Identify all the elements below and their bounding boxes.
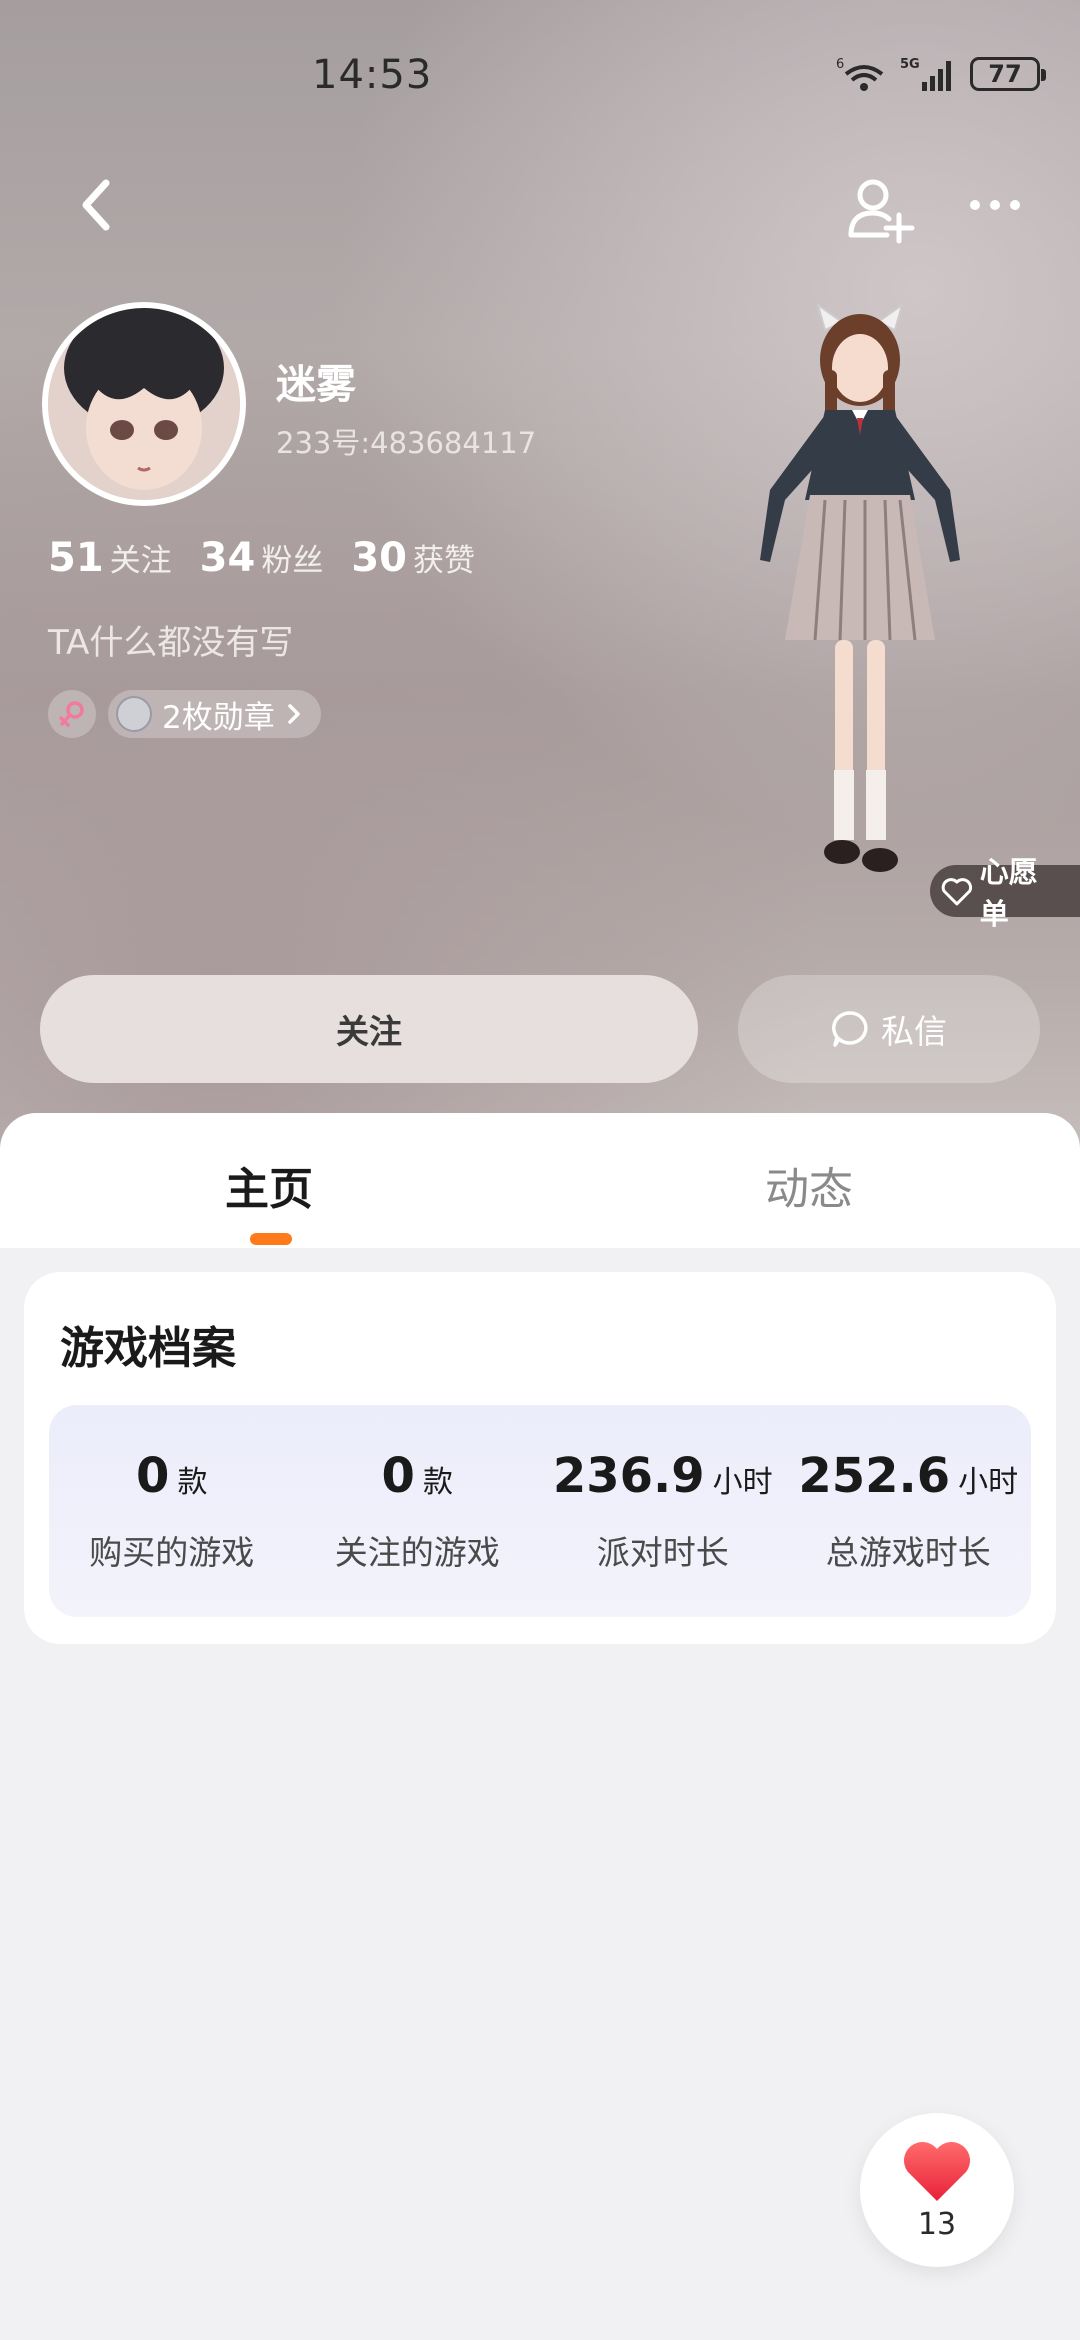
- medal-icon: [116, 696, 152, 732]
- wifi-icon: 6: [836, 57, 884, 91]
- stat-unit: 小时: [712, 1465, 773, 1500]
- add-user-icon: [848, 179, 915, 244]
- badge-row: 2枚勋章: [48, 690, 321, 738]
- signal-label: 5G: [900, 57, 920, 72]
- tab-feed[interactable]: 动态: [765, 1153, 853, 1217]
- stat-purchased-games[interactable]: 0 款 购买的游戏: [49, 1405, 295, 1617]
- status-icons: 6 5G 77: [836, 56, 1046, 92]
- stat-label: 粉丝: [261, 543, 324, 579]
- user-id: 233号:483684117: [276, 426, 537, 460]
- message-label: 私信: [881, 1012, 947, 1051]
- heart-outline-icon: [941, 878, 972, 906]
- stat-value: 252.6: [798, 1448, 951, 1504]
- like-count: 13: [917, 2206, 957, 2242]
- profile-stats: 51 关注 34 粉丝 30 获赞: [48, 535, 475, 581]
- game-profile-card: 游戏档案 0 款 购买的游戏 0 款 关注的游戏 236.9 小时 派对时长 2…: [24, 1272, 1056, 1644]
- gender-badge: [48, 690, 96, 738]
- like-button[interactable]: 13: [860, 2113, 1014, 2267]
- female-icon: [59, 701, 84, 727]
- stat-value-row: 0 款: [382, 1448, 453, 1504]
- follow-button[interactable]: 关注: [40, 975, 698, 1083]
- tab-bar: 主页 动态: [0, 1113, 1080, 1248]
- stat-label: 获赞: [413, 543, 476, 579]
- game-stats-panel: 0 款 购买的游戏 0 款 关注的游戏 236.9 小时 派对时长 252.6 …: [49, 1405, 1031, 1617]
- stat-unit: 小时: [958, 1465, 1019, 1500]
- stat-following[interactable]: 51 关注: [48, 535, 172, 581]
- tab-indicator: [250, 1233, 292, 1245]
- heart-icon: [903, 2141, 971, 2201]
- avatar[interactable]: [42, 302, 246, 506]
- stat-value-row: 236.9 小时: [553, 1448, 773, 1504]
- avatar-image: [48, 308, 240, 500]
- battery-level: 77: [988, 60, 1022, 88]
- tab-home[interactable]: 主页: [225, 1153, 313, 1217]
- more-options-button[interactable]: [965, 185, 1025, 225]
- wifi-label: 6: [836, 57, 844, 72]
- profile-header: 14:53 6 5G 77 迷雾 233号:483684117 51 关注 34…: [0, 0, 1080, 1160]
- stat-value: 0: [381, 1448, 415, 1504]
- stat-followed-games[interactable]: 0 款 关注的游戏: [295, 1405, 541, 1617]
- stat-label: 关注: [109, 543, 172, 579]
- wishlist-label: 心愿单: [979, 855, 1038, 931]
- bio-text: TA什么都没有写: [48, 623, 294, 663]
- follow-label: 关注: [336, 1012, 402, 1051]
- chat-bubble-icon: [832, 1011, 868, 1047]
- signal-icon: 5G: [900, 57, 951, 91]
- stat-unit: 款: [422, 1465, 453, 1500]
- stat-number: 30: [351, 535, 408, 581]
- medals-button[interactable]: 2枚勋章: [108, 690, 321, 738]
- chevron-left-icon: [82, 179, 110, 231]
- card-title: 游戏档案: [60, 1323, 236, 1374]
- chevron-right-icon: [287, 704, 300, 724]
- stat-total-play-time[interactable]: 252.6 小时 总游戏时长: [786, 1405, 1032, 1617]
- stat-label: 派对时长: [596, 1533, 729, 1572]
- stat-label: 关注的游戏: [334, 1533, 500, 1572]
- avatar-character[interactable]: [730, 300, 990, 920]
- stat-label: 购买的游戏: [89, 1533, 255, 1572]
- username: 迷雾: [276, 362, 356, 408]
- status-time: 14:53: [312, 52, 433, 98]
- back-button[interactable]: [70, 175, 130, 235]
- stat-number: 34: [199, 535, 256, 581]
- stat-value-row: 0 款: [136, 1448, 207, 1504]
- stat-value: 236.9: [552, 1448, 705, 1504]
- stat-value: 0: [136, 1448, 170, 1504]
- more-dot-icon: [990, 200, 1000, 210]
- stat-likes[interactable]: 30 获赞: [351, 535, 475, 581]
- battery-indicator: 77: [970, 57, 1046, 91]
- stat-number: 51: [48, 535, 104, 581]
- stat-unit: 款: [177, 1465, 208, 1500]
- medals-label: 2枚勋章: [162, 699, 275, 736]
- more-dot-icon: [1010, 200, 1020, 210]
- message-button[interactable]: 私信: [738, 975, 1040, 1083]
- more-dot-icon: [970, 200, 980, 210]
- stat-party-time[interactable]: 236.9 小时 派对时长: [540, 1405, 786, 1617]
- stat-followers[interactable]: 34 粉丝: [200, 535, 324, 581]
- add-friend-button[interactable]: [845, 175, 915, 245]
- wishlist-button[interactable]: 心愿单: [930, 855, 1080, 931]
- stat-value-row: 252.6 小时: [798, 1448, 1018, 1504]
- stat-label: 总游戏时长: [825, 1533, 991, 1572]
